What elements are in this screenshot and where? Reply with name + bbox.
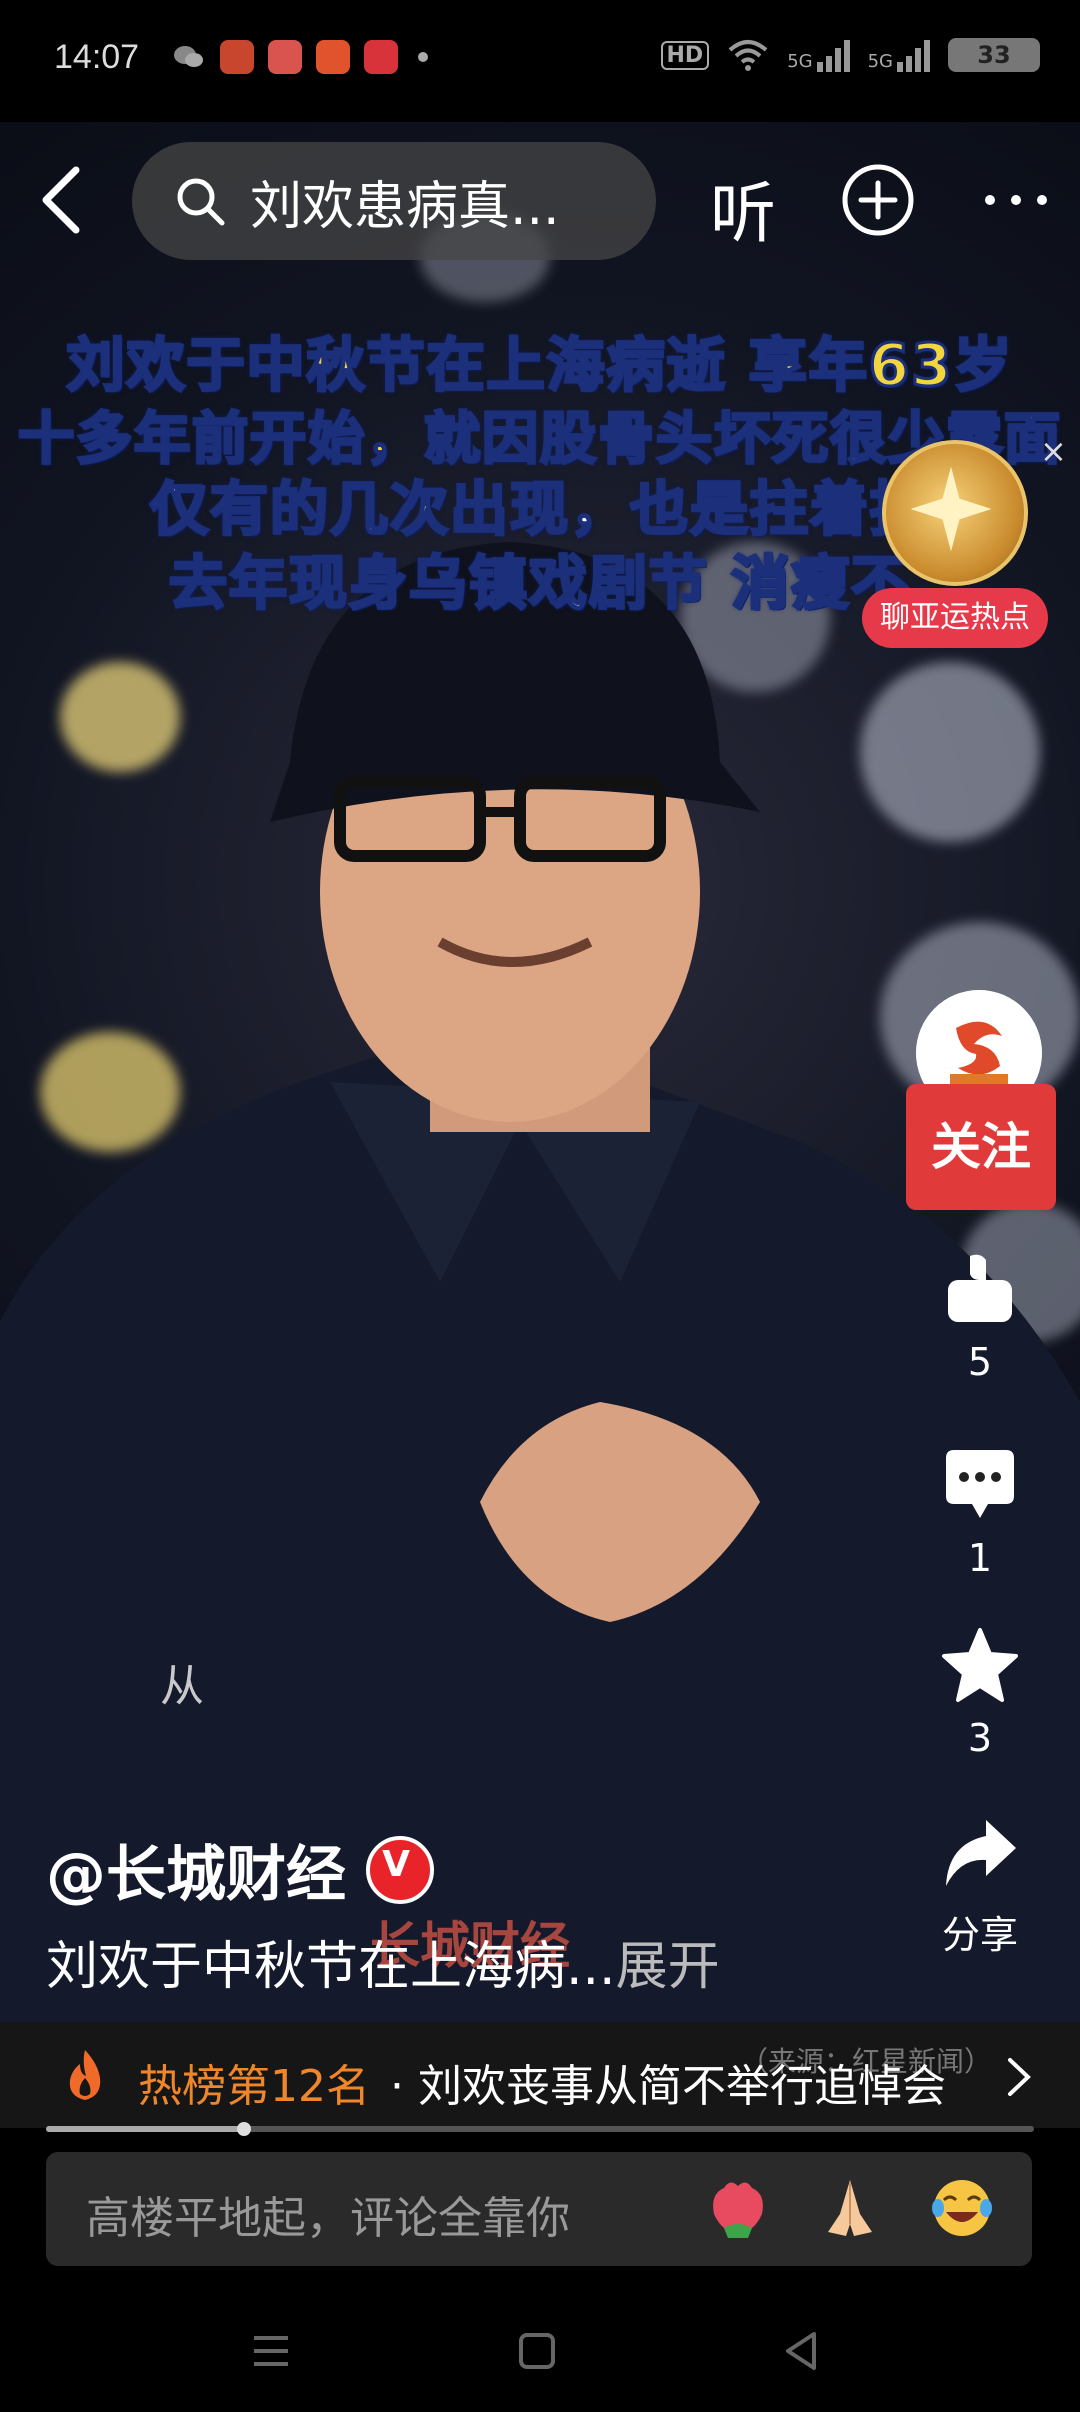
hot-rank-topic: · 刘欢丧事从简不举行追悼会 [390,2050,946,2114]
more-options-button[interactable] [976,180,1056,220]
rose-emoji[interactable] [704,2174,772,2242]
follow-button[interactable]: 关注 [906,1084,1056,1210]
laugh-cry-emoji[interactable] [928,2174,996,2242]
share-label: 分享 [941,1913,1018,1957]
signal-2-icon [897,38,930,72]
hot-rank-banner[interactable]: 热榜第12名 （来源：红星新闻） · 刘欢丧事从简不举行追悼会 [0,2022,1080,2128]
fire-icon [69,2050,101,2100]
video-caption-line: 刘欢于中秋节在上海病逝 享年63岁 [65,330,1014,401]
comment-count: 1 [967,1536,993,1580]
back-button[interactable] [28,160,98,240]
hot-rank-label: 热榜第12名 [138,2061,370,2112]
comment-input[interactable]: 高楼平地起，评论全靠你 [46,2152,1032,2266]
comment-placeholder: 高楼平地起，评论全靠你 [86,2193,570,2244]
app-grid-icon [316,40,350,74]
video-overlay-char: 从 [160,1661,204,1712]
back-nav-icon[interactable] [776,2326,826,2376]
asian-games-hot-button[interactable]: 聊亚运热点 [862,588,1048,648]
status-app-icons [172,40,428,74]
like-button[interactable]: 5 [900,1250,1060,1384]
thumbs-up-icon [948,1254,1012,1322]
hd-indicator: HD [660,40,710,70]
star-burst-icon [910,466,992,552]
comment-bubble-icon [946,1450,1014,1518]
playback-progress-handle[interactable] [236,2122,251,2136]
favorite-button[interactable]: 3 [900,1626,1060,1760]
playback-progress-bar[interactable] [46,2122,1034,2136]
add-button[interactable] [838,160,918,240]
comment-button[interactable]: 1 [900,1446,1060,1580]
music-icon [364,40,398,74]
verified-badge: V [366,1835,434,1904]
pray-emoji[interactable] [816,2174,884,2242]
system-nav-bar [0,2290,1080,2412]
star-icon [942,1628,1018,1702]
status-time: 14:07 [54,38,140,76]
taobao-icon [220,40,254,74]
like-count: 5 [967,1340,993,1384]
promo-close-button[interactable]: × [1040,432,1067,470]
medal-icon[interactable] [882,440,1028,586]
author-handle: @长城财经 [46,1840,346,1910]
favorite-count: 3 [967,1716,993,1760]
hot-rank-topic-text: 刘欢丧事从简不举行追悼会 [418,2061,946,2112]
more-notifications-dot [418,52,428,62]
verified-mark: V [382,1843,410,1885]
search-bar[interactable]: 刘欢患病真... [132,142,656,260]
video-description[interactable]: 刘欢于中秋节在上海病...展开 [46,1924,720,1999]
share-arrow-icon [946,1820,1016,1886]
hot-rank-separator: · [390,2061,404,2112]
share-button[interactable]: 分享 [900,1814,1060,1959]
expand-link[interactable]: 展开 [616,1937,720,1997]
signal-1-icon [816,38,850,72]
wechat-icon [174,46,203,67]
author-name[interactable]: @长城财经 V [46,1826,434,1913]
search-query: 刘欢患病真... [250,176,560,237]
wifi-icon [728,40,768,71]
menu-icon[interactable] [246,2326,296,2376]
search-icon [177,178,225,226]
playback-progress-fill [46,2126,244,2132]
home-icon[interactable] [512,2326,562,2376]
status-bar: 14:07 HD 5G 5G 33 [0,0,1080,122]
chevron-right-icon [1008,2058,1031,2096]
description-text: 刘欢于中秋节在上海病... [46,1937,616,1997]
signal-1-label: 5G [787,51,813,72]
battery-indicator: 33 [948,38,1040,72]
listen-button[interactable]: 听 [710,160,776,256]
status-indicators: HD 5G 5G 33 [660,38,1040,72]
signal-2-label: 5G [867,51,893,72]
weibo-icon [268,40,302,74]
